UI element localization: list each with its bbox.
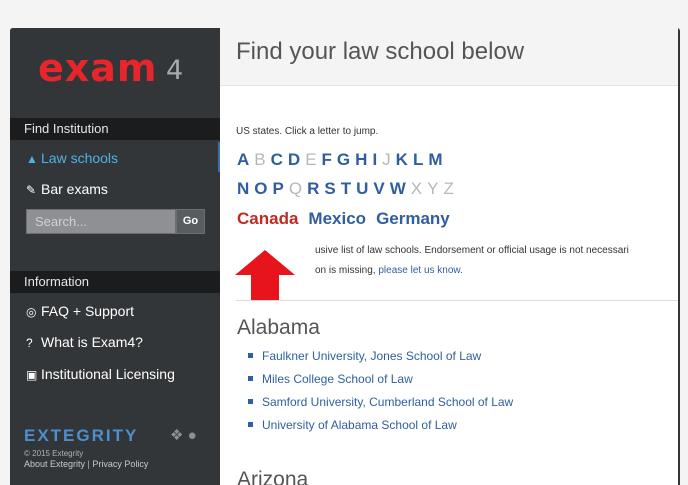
sidebar-item-label: Law schools (41, 150, 119, 166)
letter-link[interactable]: U (356, 179, 370, 198)
letter-index-row-2: NOPQRSTUVWXYZ (237, 179, 459, 199)
letter-link[interactable]: H (355, 150, 369, 169)
school-link[interactable]: Faulkner University, Jones School of Law (248, 349, 481, 363)
letter-link[interactable]: P (273, 179, 286, 198)
letter-link[interactable]: R (307, 179, 321, 198)
search-input[interactable]: Search... (26, 209, 176, 234)
exam4-logo[interactable]: exam 4 (38, 48, 218, 88)
sidebar-item-institutional-licensing[interactable]: ▣ Institutional Licensing (26, 364, 175, 385)
license-icon: ▣ (26, 368, 38, 382)
school-link[interactable]: Samford University, Cumberland School of… (248, 395, 513, 409)
letter-link[interactable]: W (390, 179, 408, 198)
page-header: Find your law school below (220, 28, 678, 86)
letter-link[interactable]: M (428, 150, 444, 169)
page-title: Find your law school below (236, 38, 525, 65)
lifebuoy-icon: ◎ (26, 305, 37, 319)
country-links: Canada Mexico Germany (237, 209, 450, 229)
apple-icon: ● (187, 427, 197, 444)
letter-link[interactable]: C (271, 150, 285, 169)
sidebar-item-label: Institutional Licensing (41, 366, 175, 382)
question-icon: ? (26, 336, 33, 350)
letter-link: B (254, 150, 268, 169)
section-divider (236, 300, 678, 301)
state-heading-alabama: Alabama (237, 316, 320, 339)
sidebar: exam 4 Find Institution ▲ Law schools ✎ Ba… (10, 28, 230, 485)
letter-link[interactable]: K (396, 150, 410, 169)
disclaimer-line-1: usive list of law schools. Endorsement o… (315, 245, 629, 256)
letter-link[interactable]: S (324, 179, 337, 198)
extegrity-logo[interactable]: EXTEGRITY (24, 426, 138, 446)
letter-link: Q (288, 179, 305, 198)
windows-icon: ❖ (170, 427, 184, 444)
platform-icons: ❖ ● (170, 426, 197, 444)
information-heading: Information (10, 271, 230, 293)
privacy-policy-link[interactable]: Privacy Policy (92, 459, 148, 469)
sidebar-item-label: FAQ + Support (41, 303, 134, 319)
country-link-mexico[interactable]: Mexico (308, 209, 366, 228)
school-link[interactable]: University of Alabama School of Law (248, 418, 457, 432)
about-extegrity-link[interactable]: About Extegrity (24, 459, 85, 469)
logo-text: exam (38, 46, 158, 90)
footer-separator: | (87, 459, 90, 469)
state-heading-arizona: Arizona (237, 468, 309, 485)
sidebar-item-faq-support[interactable]: ◎ FAQ + Support (26, 301, 134, 322)
letter-index-row-1: ABCDEFGHIJKLM (237, 150, 448, 170)
letter-link[interactable]: T (341, 179, 353, 198)
find-institution-heading: Find Institution (10, 118, 230, 140)
letter-link[interactable]: A (237, 150, 251, 169)
let-us-know-link[interactable]: please let us know. (378, 265, 463, 276)
sidebar-item-bar-exams[interactable]: ✎ Bar exams (26, 179, 108, 200)
logo-suffix: 4 (166, 55, 184, 86)
footer-links: About Extegrity | Privacy Policy (24, 459, 148, 470)
letter-link: Y (427, 179, 441, 198)
letter-link[interactable]: L (413, 150, 425, 169)
letter-link[interactable]: G (337, 150, 352, 169)
letter-link: J (382, 150, 393, 169)
country-link-germany[interactable]: Germany (376, 209, 450, 228)
copyright-text: © 2015 Extegrity (24, 449, 84, 458)
intro-text: US states. Click a letter to jump. (236, 126, 379, 137)
letter-link[interactable]: D (288, 150, 302, 169)
letter-link[interactable]: F (322, 150, 334, 169)
red-arrow-annotation (235, 250, 295, 300)
disclaimer-line-2: on is missing, please let us know. (315, 265, 463, 276)
letter-link: X (410, 179, 425, 198)
letter-link[interactable]: V (373, 179, 386, 198)
disclaimer-text: on is missing, (315, 265, 379, 276)
edit-icon: ✎ (26, 183, 37, 197)
sidebar-item-label: Bar exams (41, 181, 108, 197)
graduation-cap-icon: ▲ (26, 152, 38, 166)
sidebar-item-what-is-exam4[interactable]: ? What is Exam4? (26, 332, 143, 353)
letter-link[interactable]: I (372, 150, 379, 169)
sidebar-item-law-schools[interactable]: ▲ Law schools (26, 148, 118, 169)
search-go-button[interactable]: Go (176, 209, 205, 234)
main-content: Find your law school below US states. Cl… (220, 28, 678, 485)
letter-link: Z (443, 179, 456, 198)
letter-link[interactable]: N (237, 179, 251, 198)
letter-link: E (305, 150, 319, 169)
sidebar-item-label: What is Exam4? (41, 334, 143, 350)
school-link[interactable]: Miles College School of Law (248, 372, 413, 386)
letter-link[interactable]: O (254, 179, 269, 198)
country-link-canada[interactable]: Canada (237, 209, 298, 228)
